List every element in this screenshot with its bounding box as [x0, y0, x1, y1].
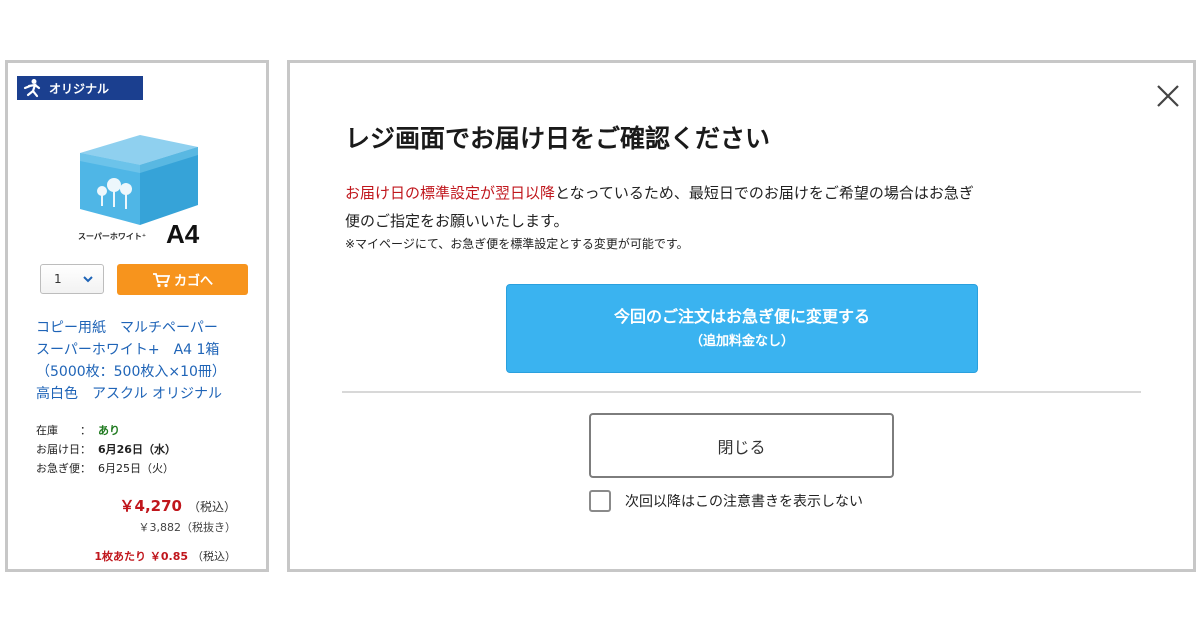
price-excl-tax: ￥3,882（税抜き） — [138, 521, 237, 534]
dont-show-again-option[interactable]: 次回以降はこの注意書きを表示しない — [589, 490, 863, 512]
stock-value: あり — [98, 424, 120, 437]
brand-badge: オリジナル — [17, 76, 143, 100]
price-incl-tax: ￥4,270 （税込） — [120, 495, 236, 516]
add-to-cart-label: カゴへ — [173, 274, 213, 289]
brand-badge-label: オリジナル — [49, 81, 110, 96]
delivery-value: 6月26日（水） — [98, 443, 176, 456]
express-value: 6月25日（火） — [98, 462, 174, 475]
modal-message: お届け日の標準設定が翌日以降となっているため、最短日でのお届けをご希望の場合はお… — [345, 179, 1145, 235]
delivery-info: 在庫 ： あり お届け日： 6月26日（水） お急ぎ便： 6月25日（火） — [36, 421, 176, 478]
product-title-link[interactable]: コピー用紙 マルチペーパー スーパーホワイト+ A4 1箱 （5000枚：500… — [36, 317, 262, 405]
stock-label: 在庫 ： — [36, 424, 91, 437]
quantity-select[interactable]: 1 — [40, 264, 104, 294]
product-size-label: A4 — [166, 219, 200, 249]
runner-logo-icon — [23, 79, 41, 98]
delivery-row: お届け日： 6月26日（水） — [36, 440, 176, 459]
stock-row: 在庫 ： あり — [36, 421, 176, 440]
unit-price-tax-label: （税込） — [192, 550, 236, 563]
delivery-label: お届け日： — [36, 443, 91, 456]
price-incl-tax-label: （税込） — [187, 500, 236, 514]
price-incl-value: ￥4,270 — [119, 497, 182, 515]
express-row: お急ぎ便： 6月25日（火） — [36, 459, 176, 478]
modal-note: ※マイページにて、お急ぎ便を標準設定とする変更が可能です。 — [345, 237, 689, 251]
express-button-sublabel: （追加料金なし） — [689, 333, 794, 349]
dont-show-again-label: 次回以降はこの注意書きを表示しない — [625, 494, 863, 510]
express-button-label: 今回のご注文はお急ぎ便に変更する — [613, 306, 870, 326]
switch-to-express-button[interactable]: 今回のご注文はお急ぎ便に変更する （追加料金なし） — [506, 284, 978, 373]
express-label: お急ぎ便： — [36, 462, 91, 475]
divider — [342, 391, 1141, 393]
cart-icon — [152, 272, 170, 287]
message-line1: となっているため、最短日でのお届けをご希望の場合はお急ぎ — [555, 184, 974, 202]
product-card: オリジナル スーパーホワイト⁺ A4 1 カゴへ コピー用紙 マルチペーパー ス… — [5, 60, 269, 572]
delivery-notice-modal: レジ画面でお届け日をご確認ください お届け日の標準設定が翌日以降となっているため… — [287, 60, 1196, 572]
quantity-value: 1 — [54, 272, 62, 286]
message-line2: 便のご指定をお願いいたします。 — [345, 212, 569, 230]
unit-price: 1枚あたり ￥0.85 （税込） — [94, 548, 236, 564]
close-button[interactable]: 閉じる — [589, 413, 894, 478]
message-emphasis: お届け日の標準設定が翌日以降 — [345, 184, 556, 202]
chevron-down-icon — [83, 276, 93, 283]
close-icon[interactable] — [1155, 83, 1181, 109]
product-box-image[interactable] — [70, 113, 210, 233]
modal-title: レジ画面でお届け日をご確認ください — [345, 124, 771, 153]
unit-price-value: 1枚あたり ￥0.85 — [94, 550, 188, 563]
dont-show-again-checkbox[interactable] — [589, 490, 611, 512]
product-image-sublabel: スーパーホワイト⁺ — [78, 232, 147, 241]
close-button-label: 閉じる — [717, 437, 766, 457]
add-to-cart-button[interactable]: カゴへ — [117, 264, 248, 295]
